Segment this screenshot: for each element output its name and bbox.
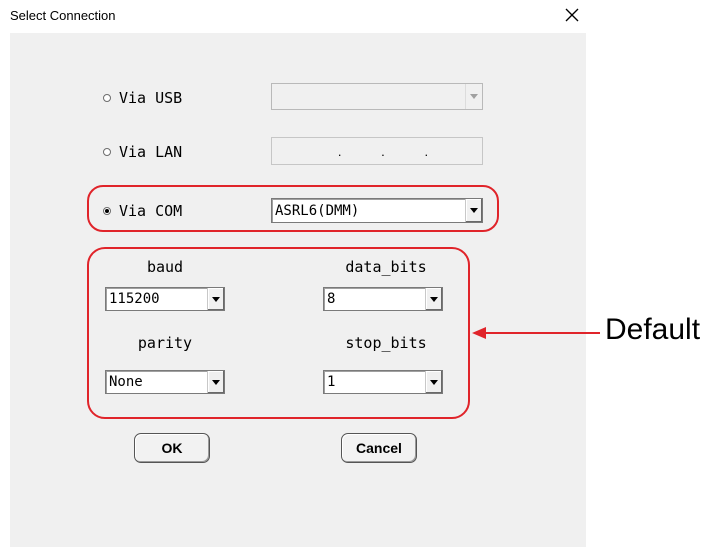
dialog-title: Select Connection [10, 8, 116, 23]
radio-label-lan: Via LAN [119, 143, 183, 161]
close-icon [565, 8, 579, 22]
serial-settings-highlight-box [87, 247, 470, 419]
radio-circle [103, 148, 111, 156]
dropdown-button [465, 84, 482, 109]
lan-ip-address-field[interactable]: . . . [271, 137, 483, 165]
ok-button[interactable]: OK [134, 433, 210, 463]
close-button[interactable] [558, 2, 586, 28]
ip-separator: . [381, 143, 385, 159]
radio-via-lan[interactable]: Via LAN [103, 143, 182, 161]
radio-label-usb: Via USB [119, 89, 183, 107]
ip-separator: . [337, 143, 342, 159]
com-highlight-box [87, 185, 499, 232]
cancel-button[interactable]: Cancel [341, 433, 417, 463]
radio-circle [103, 94, 111, 102]
annotation-arrow-icon [472, 327, 600, 339]
chevron-down-icon [470, 94, 478, 99]
radio-via-usb[interactable]: Via USB [103, 89, 182, 107]
ip-separator: . [424, 143, 429, 159]
annotation-default-label: Default [605, 313, 701, 346]
usb-device-select[interactable] [271, 83, 483, 110]
